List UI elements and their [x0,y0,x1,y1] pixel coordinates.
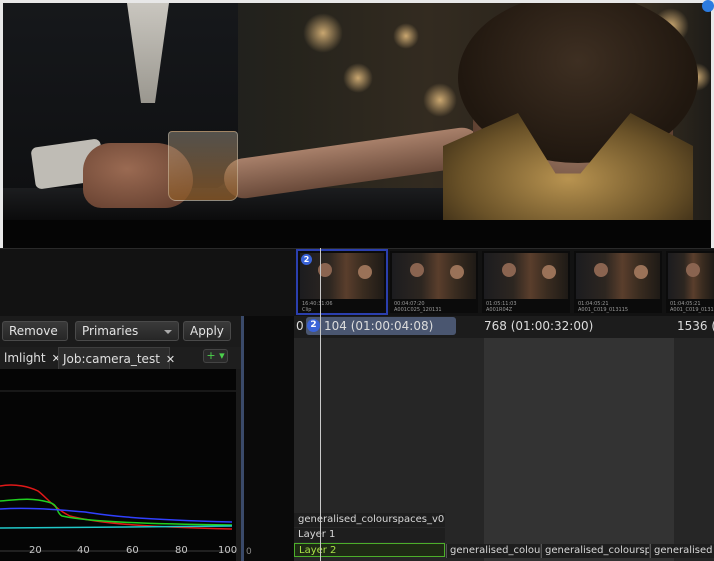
thumb-badge: 2 [301,254,312,265]
thumb-image [300,253,384,299]
track-origin-label: 0 [246,547,252,557]
thumb-clip-name: A001C025_120131 [394,307,442,313]
close-icon[interactable]: ✕ [166,353,175,366]
layer-2-label[interactable]: Layer 2 [294,543,445,557]
thumb-image [392,253,476,299]
thumb-clip-name: A001_C019_0131 [670,307,714,313]
curve-graph[interactable]: 20 40 60 80 100 [0,369,238,561]
thumb-clip-name: A001_C019_013115 [578,307,629,313]
tab-label: lmlight [4,351,46,365]
thumb-clip-name: Clip [302,307,312,313]
chevron-down-icon [164,330,172,334]
track-clip[interactable]: generalised_colours [446,544,540,558]
clip-name-label[interactable]: generalised_colourspaces_v01/0 [294,513,445,527]
tab-label: Job:camera_test [63,352,160,366]
x-tick: 60 [126,545,139,556]
timeline[interactable]: 0 2 104 (01:00:04:08) 768 (01:00:32:00) … [294,316,714,561]
track-clip[interactable]: generalised [650,544,714,558]
tab-lmlight[interactable]: lmlight ✕ [0,347,61,369]
current-frame-label: 104 (01:00:04:08) [324,319,434,333]
tab-camera-test[interactable]: Job:camera_test ✕ [58,347,175,369]
viewer-frame-image [3,3,711,220]
primaries-dropdown[interactable]: Primaries [75,321,179,341]
timeline-segment [674,338,714,561]
current-badge: 2 [307,319,320,332]
x-tick: 100 [218,545,238,556]
filmstrip-thumb[interactable]: 00:04:07:20 A001C025_120131 [390,251,478,313]
blue-curve [0,507,233,523]
status-dot-icon [702,0,714,12]
track-header-area: 0 [244,316,294,561]
timeline-segment [484,338,674,561]
red-curve [0,484,233,530]
playhead[interactable] [320,248,321,561]
filmstrip-thumb[interactable]: 01:05:11:03 A001R04Z [482,251,570,313]
thumb-image [484,253,568,299]
curve-plot [0,390,236,552]
x-tick: 40 [77,545,90,556]
ruler-mark: 1536 (0 [677,319,714,333]
thumb-clip-name: A001R04Z [486,307,513,313]
thumb-image [576,253,660,299]
filmstrip-thumb[interactable]: 01:04:05:21 A001_C019_0131 [666,251,714,313]
x-tick: 80 [175,545,188,556]
track-clip[interactable]: generalised_colourspac [541,544,649,558]
filmstrip-thumb[interactable]: 2 16:40:31:06 Clip [296,249,388,315]
ruler-origin: 0 [296,319,304,333]
grading-panel: Remove Primaries Apply lmlight ✕ Job:came… [0,316,241,561]
filmstrip: 2 16:40:31:06 Clip 00:04:07:20 A001C025_12… [0,248,714,316]
remove-button[interactable]: Remove [2,321,68,341]
thumb-image [668,253,714,299]
layer-1-label[interactable]: Layer 1 [294,528,445,542]
add-tab-button[interactable]: + ▾ [203,349,228,363]
ruler-mark: 768 (01:00:32:00) [484,319,594,333]
x-tick: 20 [29,545,42,556]
primaries-label: Primaries [82,324,139,338]
timeline-ruler[interactable]: 0 2 104 (01:00:04:08) 768 (01:00:32:00) … [294,316,714,338]
video-viewer[interactable] [0,0,714,248]
apply-button[interactable]: Apply [183,321,231,341]
filmstrip-thumb[interactable]: 01:04:05:21 A001_C019_013115 [574,251,662,313]
